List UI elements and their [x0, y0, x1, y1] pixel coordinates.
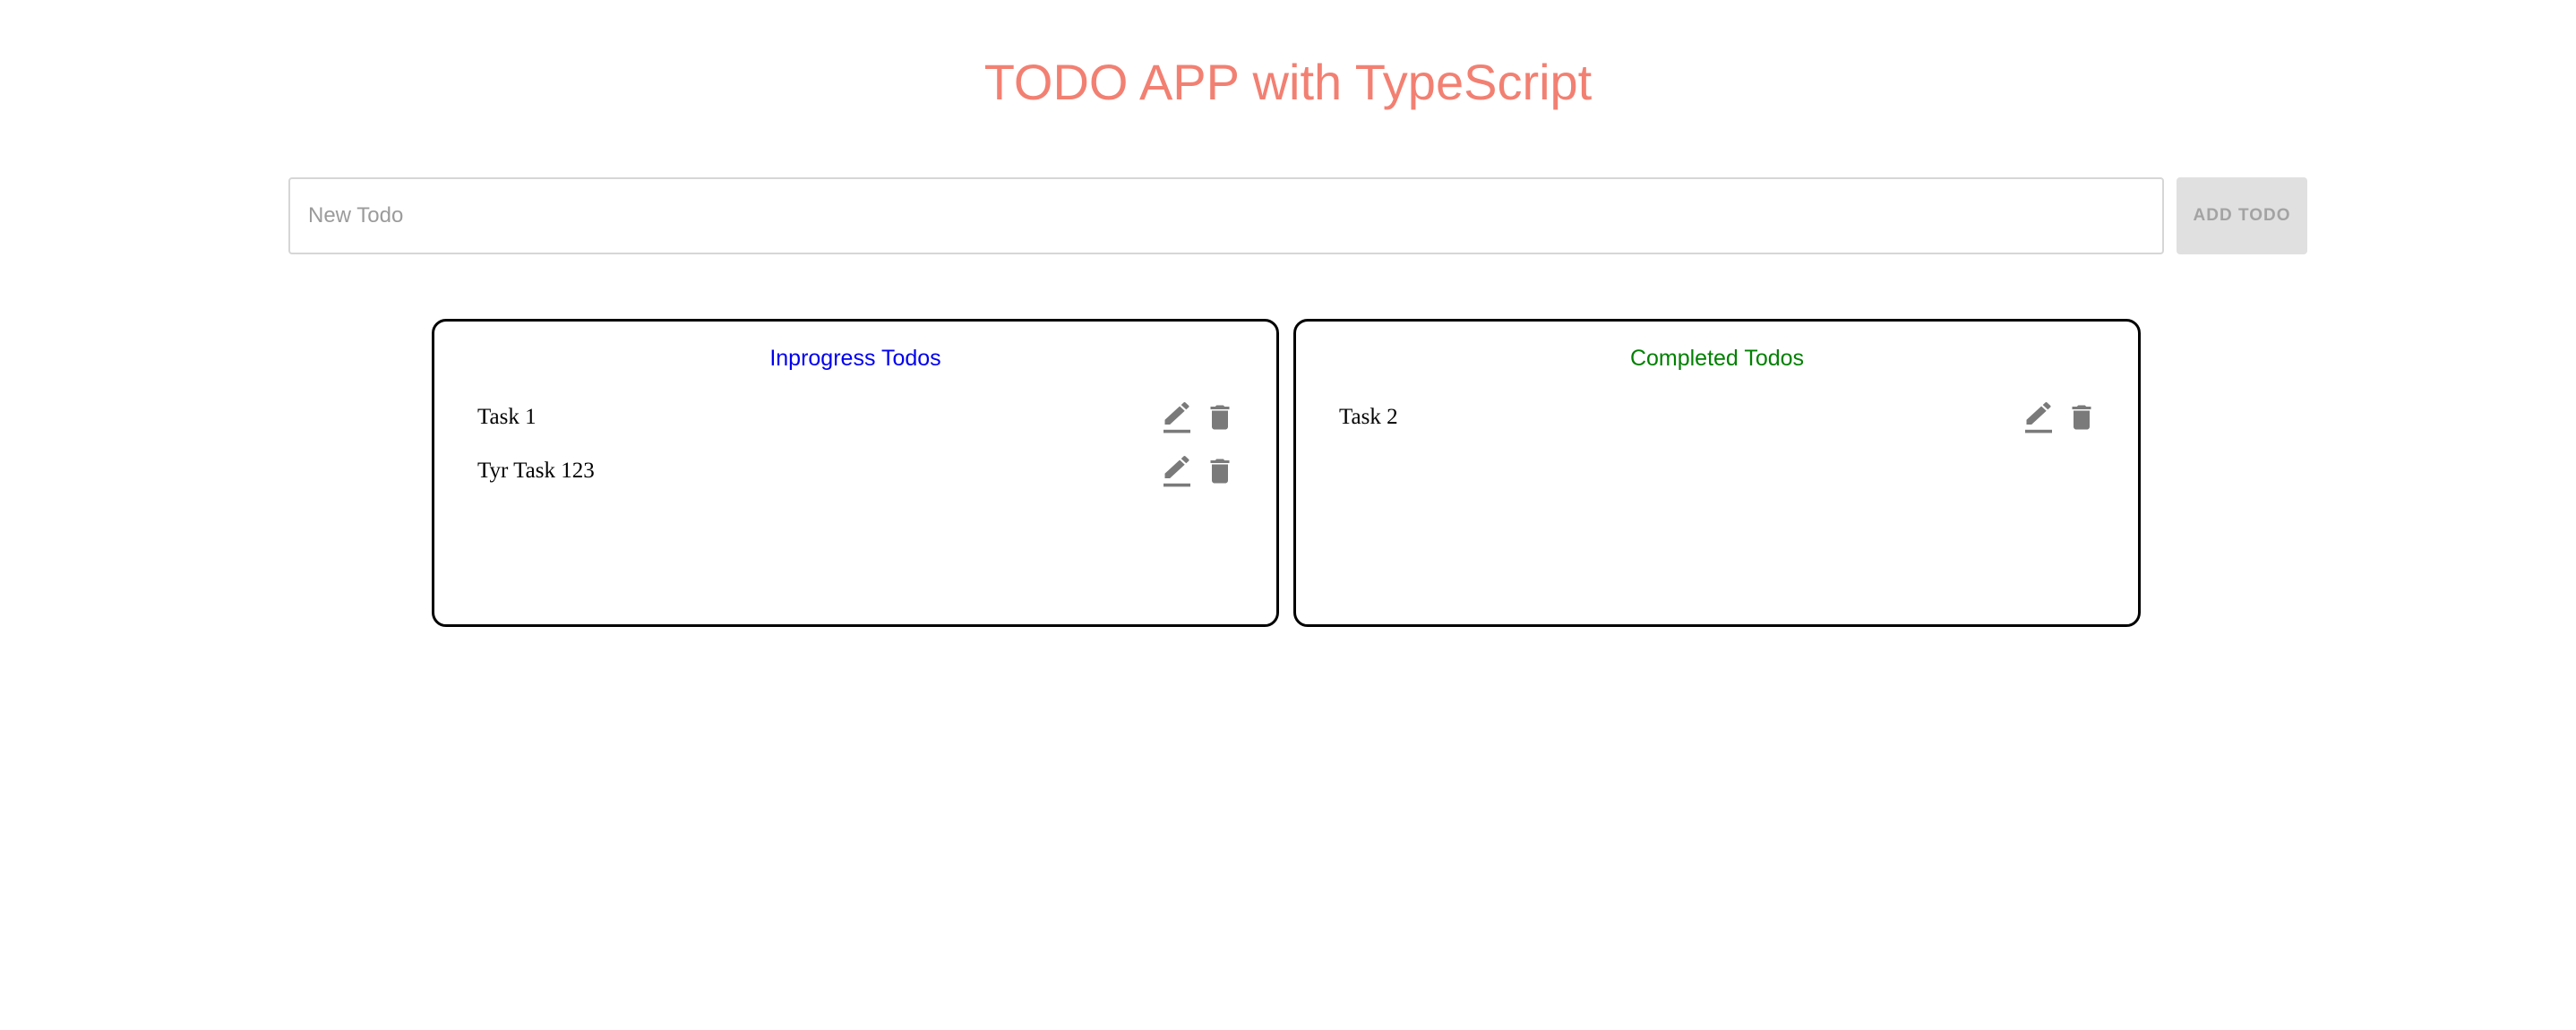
todo-item[interactable]: Tyr Task 123	[434, 449, 1276, 502]
edit-icon[interactable]	[1160, 454, 1194, 488]
delete-icon[interactable]	[2065, 400, 2099, 434]
inprogress-panel: Inprogress Todos Task 1 Tyr Task 123	[432, 319, 1279, 627]
completed-list: Task 2	[1296, 395, 2138, 449]
app-title: TODO APP with TypeScript	[983, 54, 1593, 110]
delete-icon[interactable]	[1203, 400, 1237, 434]
completed-title: Completed Todos	[1629, 346, 1805, 371]
add-todo-button[interactable]: ADD TODO	[2177, 177, 2307, 254]
todo-text: Task 1	[477, 405, 537, 429]
edit-icon[interactable]	[1160, 400, 1194, 434]
todo-item[interactable]: Task 1	[434, 395, 1276, 449]
delete-icon[interactable]	[1203, 454, 1237, 488]
todo-text: Tyr Task 123	[477, 459, 595, 483]
edit-icon[interactable]	[2022, 400, 2056, 434]
inprogress-list: Task 1 Tyr Task 123	[434, 395, 1276, 502]
completed-panel: Completed Todos Task 2	[1293, 319, 2141, 627]
todo-item[interactable]: Task 2	[1296, 395, 2138, 449]
inprogress-title: Inprogress Todos	[769, 346, 941, 371]
new-todo-input[interactable]	[288, 177, 2164, 254]
todo-text: Task 2	[1339, 405, 1398, 429]
